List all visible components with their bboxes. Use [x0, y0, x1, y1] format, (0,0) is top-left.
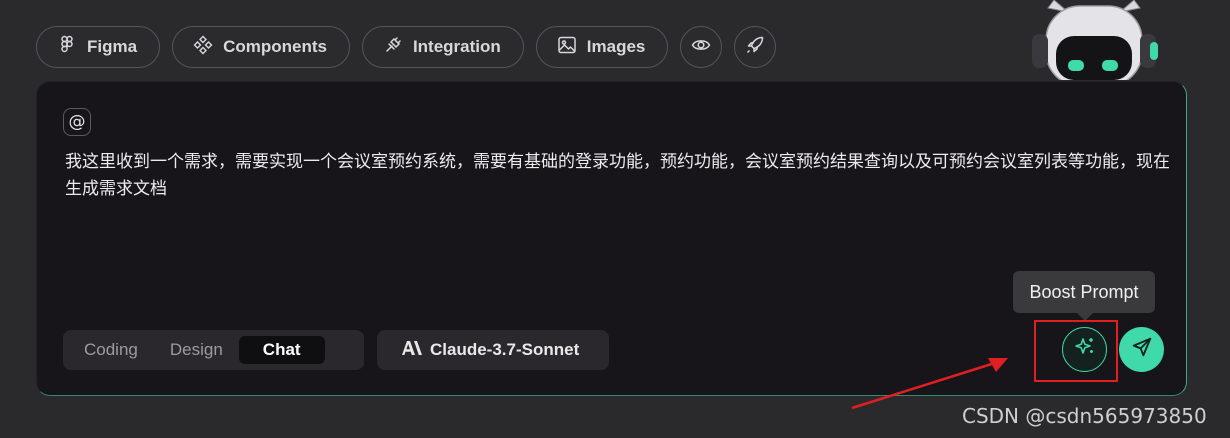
figma-button[interactable]: Figma — [36, 26, 161, 68]
figma-label: Figma — [87, 37, 138, 56]
prompt-panel: @ 我这里收到一个需求，需要实现一个会议室预约系统，需要有基础的登录功能，预约功… — [36, 81, 1187, 396]
images-label: Images — [586, 37, 646, 56]
components-button[interactable]: Components — [172, 26, 350, 68]
deploy-button[interactable] — [734, 26, 777, 68]
components-icon — [193, 35, 213, 60]
plug-icon — [383, 35, 403, 60]
mode-switcher: Coding Design Chat — [63, 330, 364, 370]
anthropic-icon — [401, 340, 423, 361]
annotation-arrow — [851, 358, 1008, 410]
boost-prompt-tooltip: Boost Prompt — [1013, 271, 1155, 321]
robot-mascot — [1026, 0, 1162, 87]
send-button[interactable] — [1119, 327, 1164, 372]
image-icon — [557, 35, 577, 60]
model-selector[interactable]: Claude-3.7-Sonnet — [377, 330, 609, 370]
integration-button[interactable]: Integration — [361, 26, 524, 68]
model-label: Claude-3.7-Sonnet — [430, 340, 580, 359]
send-icon — [1131, 336, 1153, 363]
toolbar: Figma Components Integration Images — [36, 26, 777, 68]
mode-design[interactable]: Design — [154, 336, 239, 364]
mode-chat[interactable]: Chat — [238, 336, 325, 364]
preview-button[interactable] — [680, 26, 723, 68]
sparkles-icon — [1073, 335, 1097, 364]
components-label: Components — [223, 37, 327, 56]
prompt-input[interactable]: 我这里收到一个需求，需要实现一个会议室预约系统，需要有基础的登录功能，预约功能，… — [65, 149, 1170, 203]
eye-icon — [691, 35, 711, 60]
images-button[interactable]: Images — [535, 26, 669, 68]
watermark: CSDN @csdn565973850 — [962, 404, 1207, 428]
integration-label: Integration — [412, 37, 501, 56]
rocket-icon — [745, 35, 765, 60]
mention-button[interactable]: @ — [63, 108, 91, 136]
mode-coding[interactable]: Coding — [68, 336, 154, 364]
boost-prompt-button[interactable] — [1062, 327, 1107, 372]
figma-icon — [57, 35, 77, 60]
